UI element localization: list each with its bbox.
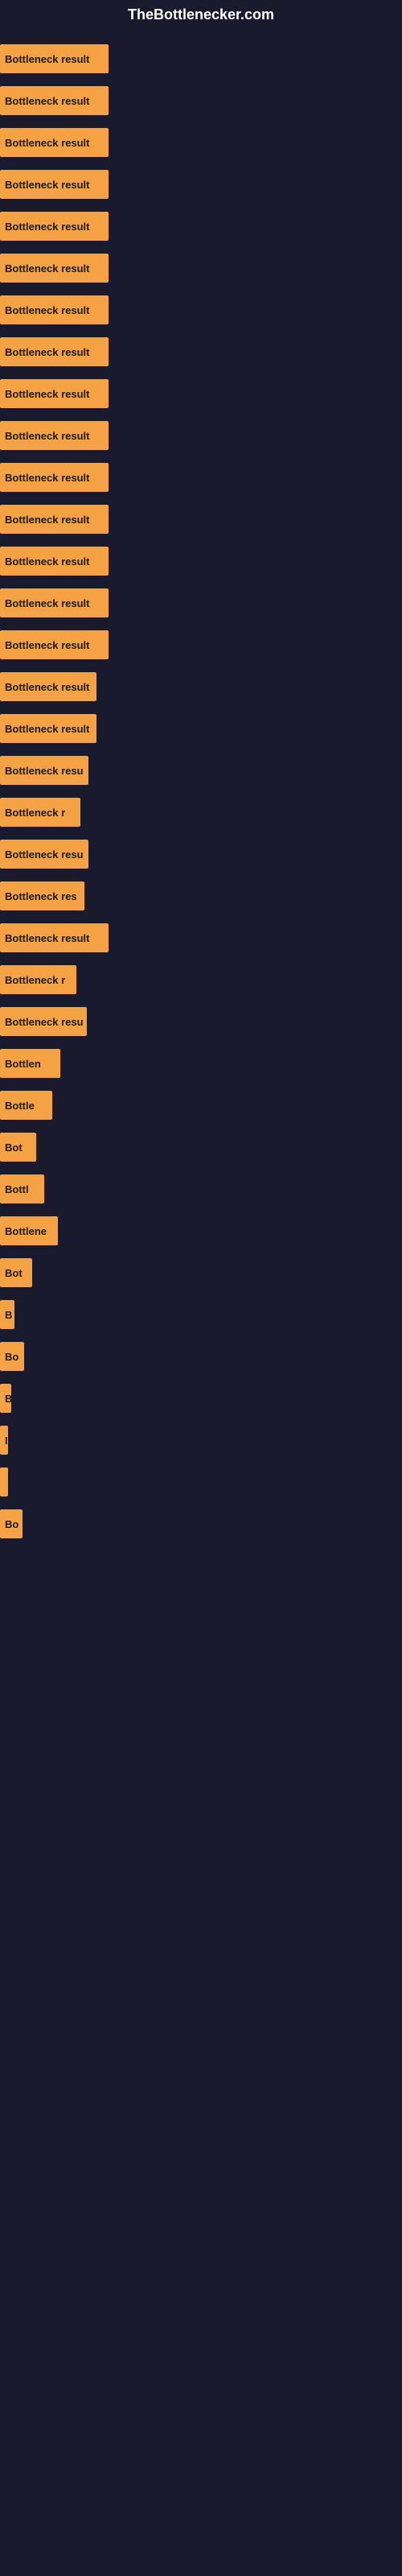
bottleneck-bar[interactable]: Bottleneck resu (0, 840, 88, 869)
bar-row: Bottleneck result (0, 122, 402, 163)
bar-row: Bottleneck result (0, 624, 402, 666)
bottleneck-bar[interactable]: Bottleneck result (0, 630, 109, 659)
bottleneck-bar[interactable]: Bot (0, 1133, 36, 1162)
bottleneck-bar[interactable]: Bot (0, 1258, 32, 1287)
bar-row: Bottleneck result (0, 415, 402, 456)
bottleneck-bar[interactable]: Bottleneck result (0, 295, 109, 324)
bottleneck-bar[interactable]: Bottle (0, 1091, 52, 1120)
bar-row: Bottleneck result (0, 289, 402, 331)
bottleneck-bar[interactable]: Bo (0, 1342, 24, 1371)
bottleneck-bar[interactable]: Bottlene (0, 1216, 58, 1245)
site-title: TheBottlenecker.com (0, 0, 402, 30)
bar-row: Bottleneck result (0, 498, 402, 540)
bar-row: B (0, 1377, 402, 1419)
bottleneck-bar[interactable]: Bottleneck result (0, 714, 96, 743)
bottleneck-bar[interactable]: Bo (0, 1509, 23, 1538)
bar-row: B (0, 1294, 402, 1335)
bar-row: Bottleneck resu (0, 749, 402, 791)
bar-row: Bottleneck result (0, 163, 402, 205)
bar-row: Bottle (0, 1084, 402, 1126)
bottleneck-bar[interactable]: Bottleneck result (0, 86, 109, 115)
bottleneck-bar[interactable]: Bottleneck r (0, 798, 80, 827)
bottleneck-bar[interactable]: Bottleneck result (0, 923, 109, 952)
bottleneck-bar[interactable]: Bottlen (0, 1049, 60, 1078)
bottleneck-bar[interactable]: Bottleneck resu (0, 756, 88, 785)
bar-row: Bottleneck result (0, 666, 402, 708)
bar-row: Bo (0, 1503, 402, 1545)
bar-row: Bottleneck result (0, 456, 402, 498)
bottleneck-bar[interactable]: Bottleneck resu (0, 1007, 87, 1036)
bar-row: Bottleneck result (0, 917, 402, 959)
bottleneck-bar[interactable]: Bottleneck res (0, 881, 84, 910)
bar-row: Bottleneck result (0, 205, 402, 247)
bar-row: Bottl (0, 1168, 402, 1210)
bar-row: Bot (0, 1126, 402, 1168)
bottleneck-bar[interactable] (0, 1468, 8, 1496)
bar-row: Bottleneck result (0, 247, 402, 289)
bottleneck-bar[interactable]: Bottleneck r (0, 965, 76, 994)
bar-row (0, 1461, 402, 1503)
bar-row: Bottleneck result (0, 708, 402, 749)
bottleneck-bar[interactable]: Bottleneck result (0, 505, 109, 534)
bar-row: Bottleneck result (0, 331, 402, 373)
bar-row: Bottleneck resu (0, 833, 402, 875)
bottleneck-bar[interactable]: Bottleneck result (0, 128, 109, 157)
bar-row: Bottleneck r (0, 959, 402, 1001)
bar-row: Bottleneck result (0, 38, 402, 80)
bar-row: Bottleneck result (0, 80, 402, 122)
bottleneck-bar[interactable]: I (0, 1426, 8, 1455)
bar-row: Bottleneck result (0, 540, 402, 582)
bottleneck-bar[interactable]: B (0, 1384, 11, 1413)
bar-row: Bottlen (0, 1042, 402, 1084)
bottleneck-bar[interactable]: Bottleneck result (0, 170, 109, 199)
bar-row: Bottleneck result (0, 582, 402, 624)
bottleneck-bar[interactable]: Bottleneck result (0, 588, 109, 617)
bottleneck-bar[interactable]: Bottleneck result (0, 44, 109, 73)
bar-row: Bottleneck resu (0, 1001, 402, 1042)
bar-row: I (0, 1419, 402, 1461)
bottleneck-bar[interactable]: Bottleneck result (0, 547, 109, 576)
bar-row: Bot (0, 1252, 402, 1294)
bars-container: Bottleneck result Bottleneck result Bottle… (0, 30, 402, 1553)
bottleneck-bar[interactable]: Bottleneck result (0, 672, 96, 701)
bottleneck-bar[interactable]: Bottleneck result (0, 421, 109, 450)
bottleneck-bar[interactable]: Bottleneck result (0, 337, 109, 366)
bar-row: Bottleneck res (0, 875, 402, 917)
bottleneck-bar[interactable]: Bottleneck result (0, 254, 109, 283)
bar-row: Bo (0, 1335, 402, 1377)
bar-row: Bottleneck result (0, 373, 402, 415)
bottleneck-bar[interactable]: B (0, 1300, 14, 1329)
bar-row: Bottlene (0, 1210, 402, 1252)
bar-row: Bottleneck r (0, 791, 402, 833)
bottleneck-bar[interactable]: Bottleneck result (0, 212, 109, 241)
bottleneck-bar[interactable]: Bottleneck result (0, 379, 109, 408)
bottleneck-bar[interactable]: Bottl (0, 1174, 44, 1203)
bottleneck-bar[interactable]: Bottleneck result (0, 463, 109, 492)
